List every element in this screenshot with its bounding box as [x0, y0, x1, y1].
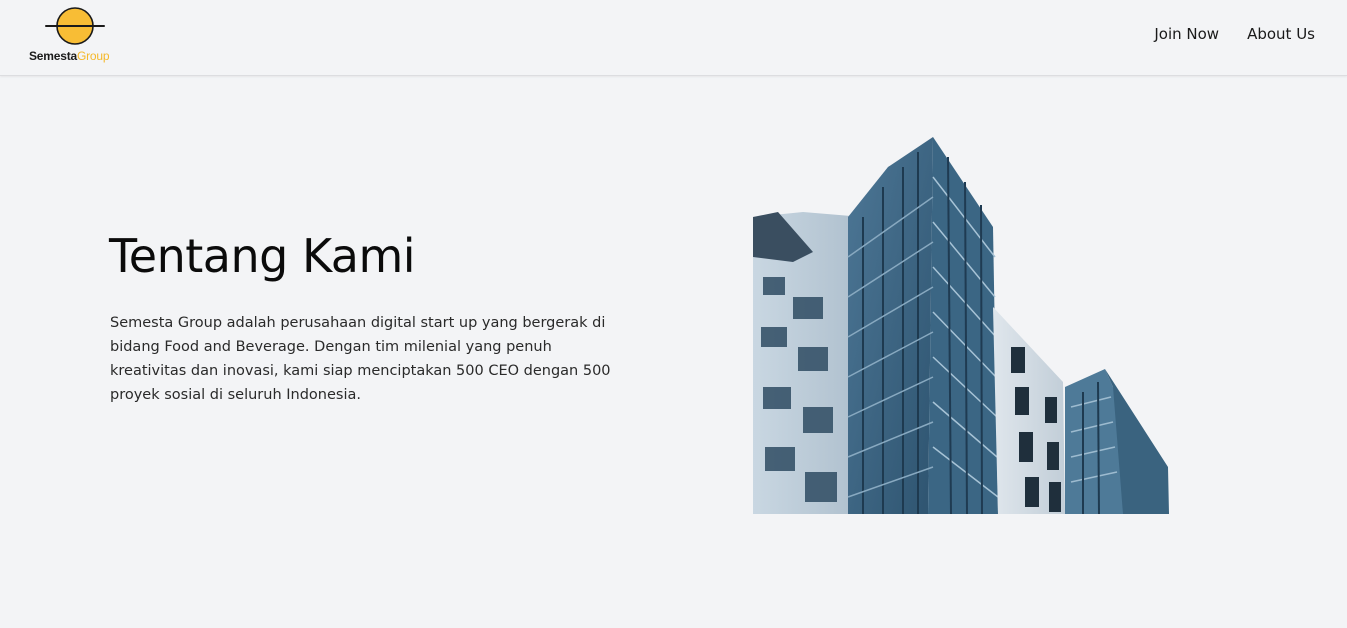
building-photo-icon: [753, 137, 1169, 514]
site-header: SemestaGroup Join Now About Us: [0, 0, 1347, 76]
nav-about-us[interactable]: About Us: [1247, 25, 1315, 43]
sun-logo-icon: [45, 7, 105, 45]
page-title: Tentang Kami: [109, 229, 416, 283]
logo-word-semesta: Semesta: [29, 49, 77, 63]
nav-join-now[interactable]: Join Now: [1154, 25, 1219, 43]
logo-word-group: Group: [76, 49, 110, 63]
building-image: [753, 137, 1169, 514]
logo[interactable]: SemestaGroup: [28, 6, 124, 68]
main-nav: Join Now About Us: [1154, 25, 1315, 43]
about-description: Semesta Group adalah perusahaan digital …: [110, 315, 611, 403]
logo-text: SemestaGroup: [29, 49, 110, 63]
